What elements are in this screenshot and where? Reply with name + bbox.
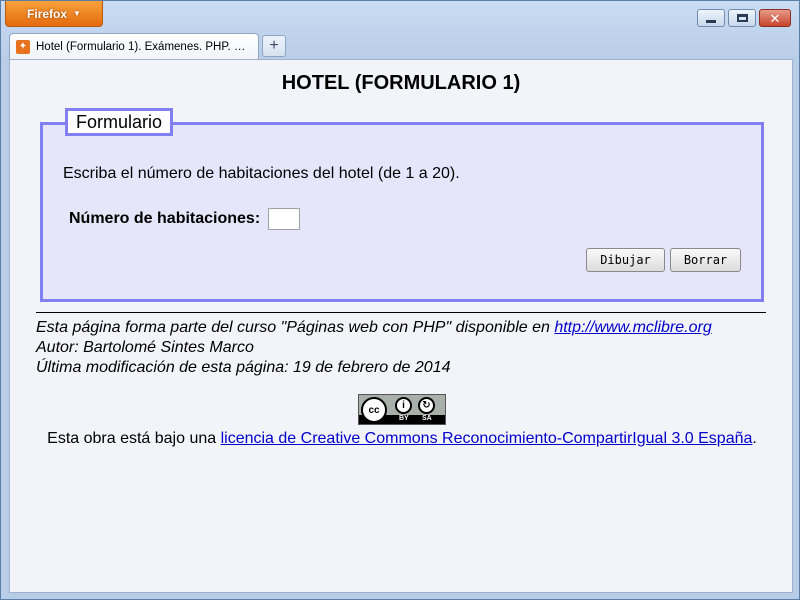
new-tab-button[interactable]: +	[262, 35, 286, 57]
rooms-field-row: Número de habitaciones:	[69, 208, 301, 230]
course-text: Esta página forma parte del curso "Págin…	[36, 319, 555, 336]
favicon-icon: ✦	[16, 39, 30, 54]
browser-tab[interactable]: ✦ Hotel (Formulario 1). Exámenes. PHP. B…	[9, 33, 259, 59]
rooms-input[interactable]	[268, 208, 301, 230]
reset-button[interactable]: Borrar	[670, 248, 741, 272]
close-window-button[interactable]: ✕	[759, 9, 791, 27]
window-controls: ✕	[697, 9, 791, 27]
firefox-menu-label: Firefox	[27, 6, 68, 21]
page-content: HOTEL (FORMULARIO 1) Formulario Escriba …	[9, 59, 793, 593]
license-text: Esta obra está bajo una	[47, 430, 221, 447]
draw-button[interactable]: Dibujar	[586, 248, 665, 272]
course-line: Esta página forma parte del curso "Págin…	[36, 318, 712, 338]
maximize-icon	[736, 14, 748, 22]
form-fieldset: Formulario Escriba el número de habitaci…	[40, 108, 764, 302]
minimize-button[interactable]	[697, 9, 725, 27]
close-icon: ✕	[769, 10, 781, 26]
license-period: .	[752, 430, 757, 447]
tab-title: Hotel (Formulario 1). Exámenes. PHP. Ba.…	[36, 40, 252, 53]
cc-sa-label: SA	[422, 415, 432, 422]
cc-logo-icon: cc	[361, 397, 387, 423]
rooms-label: Número de habitaciones:	[69, 210, 261, 227]
license-line: Esta obra está bajo una licencia de Crea…	[10, 430, 794, 448]
form-instructions: Escriba el número de habitaciones del ho…	[63, 165, 460, 182]
course-link[interactable]: http://www.mclibre.org	[554, 319, 711, 336]
license-link[interactable]: licencia de Creative Commons Reconocimie…	[221, 430, 753, 447]
page-footer: Esta página forma parte del curso "Págin…	[36, 318, 712, 378]
cc-by-label: BY	[399, 415, 409, 422]
divider	[36, 312, 766, 313]
author-line: Autor: Bartolomé Sintes Marco	[36, 339, 254, 356]
browser-window: Firefox ▼ ✕ ✦ Hotel (Formulario 1). Exám…	[0, 0, 800, 600]
plus-icon: +	[269, 37, 279, 54]
last-modified-line: Última modificación de esta página: 19 d…	[36, 359, 451, 376]
page-title: HOTEL (FORMULARIO 1)	[281, 72, 521, 94]
chevron-down-icon: ▼	[73, 9, 81, 18]
form-legend: Formulario	[65, 108, 174, 136]
creative-commons-badge[interactable]: cc i ↻ BY SA	[358, 394, 446, 425]
cc-sa-icon: ↻	[418, 397, 435, 414]
maximize-button[interactable]	[728, 9, 756, 27]
minimize-icon	[706, 19, 716, 23]
firefox-menu-button[interactable]: Firefox ▼	[5, 1, 103, 27]
cc-by-icon: i	[395, 397, 412, 414]
